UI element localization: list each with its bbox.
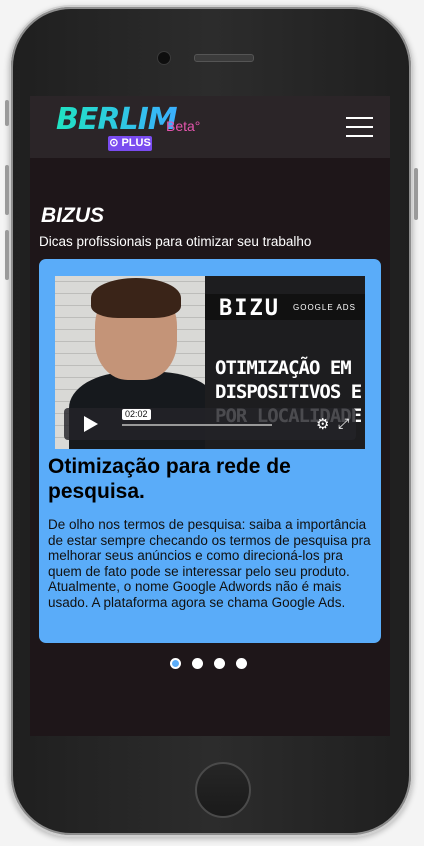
- carousel-dot-3[interactable]: [214, 658, 225, 669]
- section-title: BIZUS: [41, 204, 104, 227]
- volume-down-button: [5, 230, 9, 280]
- carousel-dot-1[interactable]: [170, 658, 181, 669]
- logo[interactable]: BERLIM ⊙ PLUS: [56, 102, 178, 152]
- earpiece-speaker: [194, 54, 254, 62]
- video-player[interactable]: BIZU GOOGLE ADS OTIMIZAÇÃO EM DISPOSITIV…: [55, 276, 365, 449]
- beta-label: Beta°: [166, 118, 201, 134]
- card-title: Otimização para rede de pesquisa.: [48, 455, 291, 503]
- carousel-dots: [170, 658, 260, 670]
- section-subtitle: Dicas profissionais para otimizar seu tr…: [39, 234, 312, 249]
- carousel-dot-4[interactable]: [236, 658, 247, 669]
- screen: BERLIM ⊙ PLUS Beta° BIZUS Dicas profissi…: [30, 96, 390, 736]
- logo-text: BERLIM: [56, 102, 178, 137]
- card-body: De olho nos termos de pesquisa: saiba a …: [48, 517, 371, 610]
- video-timeline[interactable]: [122, 424, 272, 426]
- mute-switch: [5, 100, 9, 126]
- gear-icon[interactable]: ⚙: [316, 415, 329, 433]
- video-brand-sub: GOOGLE ADS: [293, 303, 356, 312]
- fullscreen-icon[interactable]: ⤢: [338, 415, 349, 432]
- video-thumbnail-hair: [91, 278, 181, 318]
- home-button[interactable]: [195, 762, 251, 818]
- carousel-dot-2[interactable]: [192, 658, 203, 669]
- power-button: [414, 168, 418, 220]
- logo-plus-badge: ⊙ PLUS: [108, 136, 152, 151]
- bizu-card: BIZU GOOGLE ADS OTIMIZAÇÃO EM DISPOSITIV…: [39, 259, 381, 643]
- navbar: BERLIM ⊙ PLUS Beta°: [30, 96, 390, 158]
- front-camera: [157, 51, 171, 65]
- video-brand-text: BIZU: [219, 296, 280, 321]
- volume-up-button: [5, 165, 9, 215]
- video-controls: 02:02 ⚙ ⤢: [64, 408, 356, 440]
- hamburger-menu-icon[interactable]: [346, 117, 373, 137]
- play-icon[interactable]: [74, 414, 104, 434]
- video-time: 02:02: [122, 409, 151, 420]
